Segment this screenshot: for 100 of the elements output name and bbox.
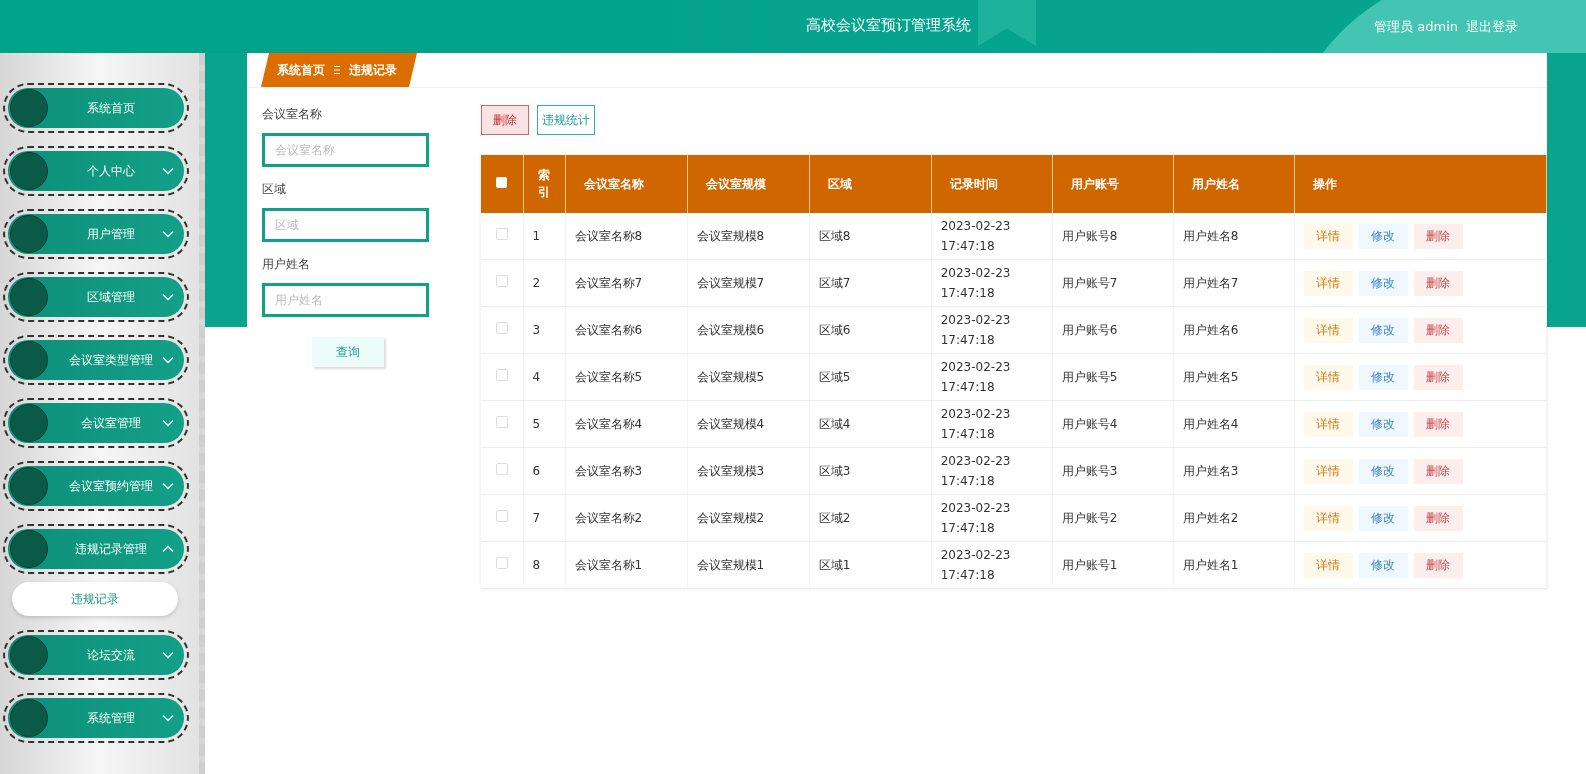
table-cell: 用户姓名4 (1182, 417, 1239, 431)
table-cell: 用户姓名6 (1182, 323, 1239, 337)
row-action-button[interactable]: 修改 (1358, 458, 1408, 484)
logout-link[interactable]: 退出登录 (1466, 17, 1518, 36)
table-cell: 区域6 (818, 323, 851, 337)
table-cell: 会议室名称7 (574, 276, 643, 290)
row-action-button[interactable]: 修改 (1358, 364, 1408, 390)
table-cell: 会议室名称1 (574, 558, 643, 572)
row-action-button[interactable]: 修改 (1358, 317, 1408, 343)
row-action-button[interactable]: 修改 (1358, 411, 1408, 437)
table-cell: 会议室名称4 (574, 417, 643, 431)
field-label: 用户姓名 (262, 256, 311, 273)
field-label: 会议室名称 (262, 106, 323, 123)
table-cell: 会议室规模8 (696, 229, 765, 243)
table-cell: 区域7 (818, 276, 851, 290)
select-all-checkbox[interactable] (496, 177, 508, 188)
table-cell: 用户账号6 (1061, 323, 1118, 337)
row-action-button[interactable]: 删除 (1413, 270, 1463, 296)
row-action-button[interactable]: 删除 (1413, 458, 1463, 484)
table-cell: 用户账号2 (1061, 511, 1118, 525)
sidebar-subitem[interactable]: 违规记录 (12, 582, 178, 616)
row-action-button[interactable]: 删除 (1413, 505, 1463, 531)
column-header: 索引 (538, 168, 550, 199)
row-action-button[interactable]: 详情 (1303, 552, 1353, 578)
row-checkbox[interactable] (495, 322, 508, 334)
table-cell: 1 (532, 229, 541, 243)
search-field[interactable]: 用户姓名 (262, 283, 429, 317)
chevron-down-icon (162, 293, 174, 301)
chevron-up-icon (162, 545, 174, 553)
search-field[interactable]: 会议室名称 (262, 133, 429, 167)
row-action-button[interactable]: 详情 (1303, 458, 1353, 484)
breadcrumb-link[interactable]: 违规记录 (349, 61, 397, 79)
search-field[interactable]: 区域 (262, 208, 429, 242)
row-action-button[interactable]: 删除 (1413, 552, 1463, 578)
row-checkbox[interactable] (495, 463, 508, 475)
table-cell: 会议室规模2 (696, 511, 765, 525)
table-cell: 2023-02-23 17:47:18 (940, 548, 1011, 582)
table-cell: 区域8 (818, 229, 851, 243)
column-header: 会议室名称 (583, 176, 644, 191)
row-action-button[interactable]: 删除 (1413, 411, 1463, 437)
row-action-button[interactable]: 删除 (1413, 364, 1463, 390)
table-cell: 5 (532, 417, 541, 431)
table-cell: 区域1 (818, 558, 851, 572)
table-cell: 会议室规模3 (696, 464, 765, 478)
row-checkbox[interactable] (495, 228, 508, 240)
table-cell: 2023-02-23 17:47:18 (940, 501, 1011, 535)
row-action-button[interactable]: 修改 (1358, 505, 1408, 531)
row-checkbox[interactable] (495, 510, 508, 522)
table-cell: 6 (532, 464, 541, 478)
chevron-down-icon (162, 419, 174, 427)
chevron-down-icon (162, 356, 174, 364)
table-cell: 会议室名称3 (574, 464, 643, 478)
column-header: 用户姓名 (1191, 176, 1240, 191)
row-action-button[interactable]: 详情 (1303, 270, 1353, 296)
separator-icon (333, 65, 341, 75)
table-cell: 2023-02-23 17:47:18 (940, 313, 1011, 347)
row-action-button[interactable]: 修改 (1358, 270, 1408, 296)
table-cell: 会议室规模5 (696, 370, 765, 384)
table-cell: 区域4 (818, 417, 851, 431)
row-action-button[interactable]: 详情 (1303, 317, 1353, 343)
table-cell: 3 (532, 323, 541, 337)
row-action-button[interactable]: 修改 (1358, 223, 1408, 249)
table-cell: 用户姓名2 (1182, 511, 1239, 525)
table-cell: 用户账号8 (1061, 229, 1118, 243)
chevron-down-icon (162, 714, 174, 722)
row-action-button[interactable]: 详情 (1303, 223, 1353, 249)
table-cell: 用户账号4 (1061, 417, 1118, 431)
table-cell: 2023-02-23 17:47:18 (940, 407, 1011, 441)
table-cell: 用户姓名5 (1182, 370, 1239, 384)
table-cell: 用户账号3 (1061, 464, 1118, 478)
table-cell: 会议室名称6 (574, 323, 643, 337)
table-cell: 4 (532, 370, 541, 384)
table-cell: 2023-02-23 17:47:18 (940, 266, 1011, 300)
column-header: 区域 (827, 176, 852, 191)
row-action-button[interactable]: 修改 (1358, 552, 1408, 578)
row-action-button[interactable]: 详情 (1303, 505, 1353, 531)
row-checkbox[interactable] (495, 557, 508, 569)
table-cell: 会议室规模7 (696, 276, 765, 290)
chevron-down-icon (162, 651, 174, 659)
column-header: 操作 (1312, 176, 1337, 191)
table-cell: 区域5 (818, 370, 851, 384)
table-cell: 会议室名称2 (574, 511, 643, 525)
table-cell: 2023-02-23 17:47:18 (940, 454, 1011, 488)
row-checkbox[interactable] (495, 416, 508, 428)
row-action-button[interactable]: 详情 (1303, 411, 1353, 437)
toolbar-button[interactable]: 违规统计 (537, 105, 595, 135)
table-cell: 用户姓名3 (1182, 464, 1239, 478)
row-checkbox[interactable] (495, 275, 508, 287)
query-button[interactable]: 查询 (312, 337, 384, 367)
table-cell: 用户姓名8 (1182, 229, 1239, 243)
row-checkbox[interactable] (495, 369, 508, 381)
row-action-button[interactable]: 删除 (1413, 223, 1463, 249)
toolbar-button[interactable]: 删除 (481, 105, 529, 135)
breadcrumb-link[interactable]: 系统首页 (277, 61, 325, 79)
column-header: 会议室规模 (705, 176, 766, 191)
table-cell: 2023-02-23 17:47:18 (940, 219, 1011, 253)
table-cell: 会议室规模6 (696, 323, 765, 337)
row-action-button[interactable]: 详情 (1303, 364, 1353, 390)
row-action-button[interactable]: 删除 (1413, 317, 1463, 343)
user-label: 管理员 admin (1374, 17, 1458, 36)
